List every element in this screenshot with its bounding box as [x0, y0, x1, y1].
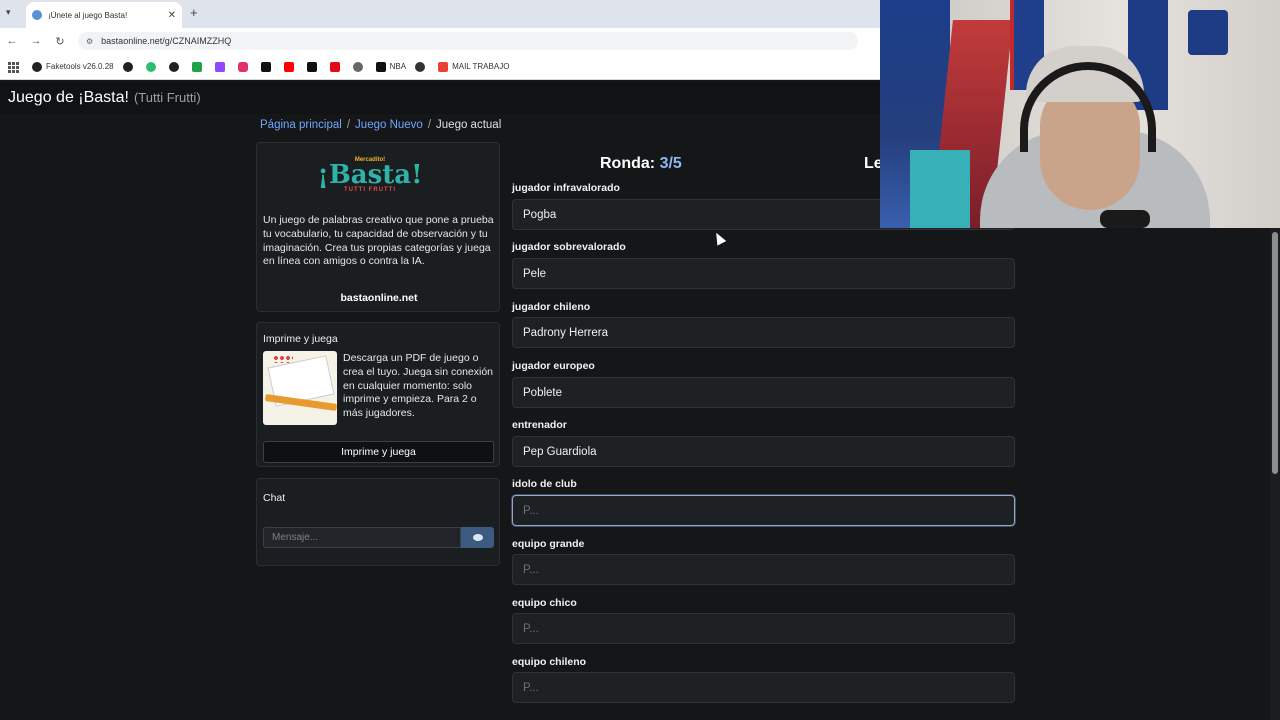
bookmark-icon [191, 61, 202, 72]
field-input-equipo-grande[interactable] [512, 554, 1015, 585]
new-tab-icon[interactable]: + [190, 5, 198, 20]
field-input-jugador-chileno[interactable] [512, 317, 1015, 348]
bookmark-instagram[interactable] [237, 61, 252, 72]
bookmark-icon [122, 61, 133, 72]
close-tab-icon[interactable]: ✕ [168, 10, 176, 21]
site-brand[interactable]: Juego de ¡Basta! [8, 89, 129, 107]
breadcrumb-new-game-link[interactable]: Juego Nuevo [355, 119, 423, 131]
scrollbar-thumb[interactable] [1272, 232, 1278, 474]
about-description: Un juego de palabras creativo que pone a… [263, 214, 494, 268]
bookmark-icon-2[interactable] [145, 61, 160, 72]
mouse-cursor-icon [711, 230, 727, 246]
bookmark-icon-4[interactable] [191, 61, 206, 72]
bookmark-icon-5[interactable] [352, 61, 367, 72]
chat-bubble-icon [472, 534, 483, 541]
bookmark-icon [145, 61, 156, 72]
bookmark-icon [415, 61, 426, 72]
field-input-jugador-europeo[interactable] [512, 377, 1015, 408]
basta-logo: Mercadito! ¡Basta! TUTTI FRUTTI [317, 157, 423, 193]
field-label: equipo grande [512, 538, 585, 550]
bookmark-faketools[interactable]: Faketools v26.0.28 [32, 61, 114, 72]
field-label: jugador chileno [512, 301, 591, 313]
tab-search-icon[interactable]: ▾ [6, 7, 11, 18]
field-input-jugador-sobrevalorado[interactable] [512, 258, 1015, 289]
x-icon [260, 61, 271, 72]
field-label: equipo chico [512, 597, 577, 609]
about-site-link[interactable]: bastaonline.net [257, 292, 501, 304]
bookmark-tiktok[interactable] [306, 61, 321, 72]
breadcrumb-current: Juego actual [436, 119, 502, 131]
breadcrumb-separator: / [427, 119, 432, 131]
site-brand-subtitle: (Tutti Frutti) [133, 90, 201, 105]
webcam-overlay [880, 0, 1280, 228]
field-label: idolo de club [512, 478, 577, 490]
about-card: Mercadito! ¡Basta! TUTTI FRUTTI Un juego… [256, 142, 500, 312]
bookmark-mail-trabajo[interactable]: MAIL TRABAJO [438, 61, 509, 72]
bookmark-nba[interactable]: NBA [375, 61, 406, 72]
back-icon[interactable]: ← [0, 35, 24, 47]
field-input-equipo-chileno[interactable] [512, 672, 1015, 703]
breadcrumb: Página principal / Juego Nuevo / Juego a… [260, 119, 501, 131]
round-value: 3/5 [659, 155, 682, 172]
faketools-icon [32, 61, 42, 72]
apps-grid-icon[interactable] [8, 61, 19, 73]
field-input-entrenador[interactable] [512, 436, 1015, 467]
site-favicon-icon [32, 10, 42, 20]
chat-title: Chat [263, 492, 286, 504]
print-card-title: Imprime y juega [263, 333, 338, 345]
chat-send-button[interactable] [461, 527, 494, 548]
bookmark-icon-3[interactable] [168, 61, 183, 72]
print-and-play-button[interactable]: Imprime y juega [263, 441, 494, 463]
bookmark-icon-1[interactable] [122, 61, 137, 72]
url-text: bastaonline.net/g/CZNAIMZZHQ [101, 36, 232, 46]
twitch-icon [214, 61, 225, 72]
print-card-text: Descarga un PDF de juego o crea el tuyo.… [343, 352, 494, 420]
field-label: jugador infravalorado [512, 182, 620, 194]
bookmark-x[interactable] [260, 61, 275, 72]
field-label: entrenador [512, 419, 567, 431]
bookmark-netflix[interactable] [329, 61, 344, 72]
youtube-icon [283, 61, 294, 72]
reload-icon[interactable]: ↻ [48, 35, 72, 48]
bookmark-icon-6[interactable] [415, 61, 429, 72]
field-input-idolo-de-club[interactable] [512, 495, 1015, 526]
bookmark-youtube[interactable] [283, 61, 298, 72]
tab-title: ¡Únete al juego Basta! [48, 10, 128, 20]
field-input-equipo-chico[interactable] [512, 613, 1015, 644]
round-indicator: Ronda: 3/5 [600, 155, 682, 172]
breadcrumb-home-link[interactable]: Página principal [260, 119, 342, 131]
nba-icon [375, 61, 386, 72]
site-info-icon[interactable]: ⚙ [86, 37, 93, 46]
tiktok-icon [306, 61, 317, 72]
bookmark-icon [352, 61, 363, 72]
field-label: jugador europeo [512, 360, 595, 372]
bookmark-icon [168, 61, 179, 72]
chat-card: Chat Mensaje... [256, 478, 500, 566]
bookmark-twitch[interactable] [214, 61, 229, 72]
url-field[interactable]: ⚙ bastaonline.net/g/CZNAIMZZHQ [78, 32, 858, 50]
gmail-icon [438, 61, 449, 72]
field-label: jugador sobrevalorado [512, 241, 626, 253]
netflix-icon [329, 61, 340, 72]
print-card: Imprime y juega Descarga un PDF de juego… [256, 322, 500, 467]
browser-tab[interactable]: ¡Únete al juego Basta! ✕ [26, 2, 182, 28]
breadcrumb-separator: / [346, 119, 351, 131]
chat-message-input[interactable]: Mensaje... [263, 527, 461, 548]
print-thumbnail [263, 351, 337, 425]
forward-icon[interactable]: → [24, 35, 48, 47]
page-scrollbar[interactable] [1270, 228, 1280, 720]
instagram-icon [237, 61, 248, 72]
field-label: equipo chileno [512, 656, 587, 668]
